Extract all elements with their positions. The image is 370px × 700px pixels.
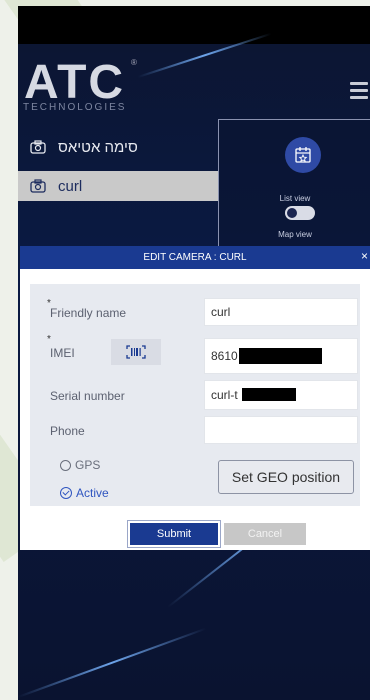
view-panel: List view Map view: [218, 119, 370, 260]
logo-text: ATC: [24, 56, 126, 109]
status-bar: [18, 6, 370, 44]
close-icon[interactable]: ×: [361, 249, 368, 263]
camera-list-item[interactable]: סימה אטיאס: [18, 132, 218, 162]
light-streak: [18, 627, 207, 698]
map-view-label: Map view: [278, 230, 312, 239]
calendar-star-icon: [295, 147, 311, 163]
list-view-label: List view: [279, 194, 311, 203]
imei-label: IMEI: [50, 346, 75, 360]
view-toggle[interactable]: [285, 206, 315, 220]
redaction-bar: [239, 348, 322, 364]
barcode-scan-button[interactable]: [111, 339, 161, 365]
camera-name: סימה אטיאס: [58, 138, 138, 156]
calendar-star-button[interactable]: [285, 137, 321, 173]
gps-label: GPS: [75, 458, 101, 472]
serial-number-label: Serial number: [50, 389, 125, 403]
friendly-name-label: Friendly name: [50, 306, 127, 320]
registered-mark: ®: [131, 58, 137, 67]
set-geo-position-button[interactable]: Set GEO position: [218, 460, 354, 494]
radio-circle-icon: [60, 459, 71, 471]
submit-button[interactable]: Submit: [128, 521, 220, 547]
redaction-bar: [242, 388, 296, 401]
cancel-button[interactable]: Cancel: [224, 523, 306, 545]
gps-radio[interactable]: GPS: [60, 458, 100, 472]
modal-title: EDIT CAMERA : CURL: [143, 252, 247, 263]
camera-name: curl: [58, 177, 83, 195]
phone-label: Phone: [50, 424, 85, 438]
required-marker: *: [47, 334, 51, 345]
camera-list-item-selected[interactable]: curl: [18, 171, 218, 201]
active-checkbox[interactable]: Active: [60, 486, 109, 500]
phone-input[interactable]: [204, 416, 358, 444]
edit-camera-modal: EDIT CAMERA : CURL × * Friendly name cur…: [20, 246, 370, 550]
serial-number-value: curl-t: [211, 388, 238, 402]
active-label: Active: [76, 486, 109, 500]
check-circle-icon: [60, 487, 72, 499]
logo-subtitle: TECHNOLOGIES: [23, 102, 127, 113]
barcode-icon: [126, 345, 146, 359]
camera-icon: [30, 179, 46, 193]
hamburger-menu-icon[interactable]: [350, 82, 368, 99]
modal-header: EDIT CAMERA : CURL ×: [20, 246, 370, 269]
imei-value: 8610: [211, 349, 238, 363]
camera-icon: [30, 140, 46, 154]
friendly-name-input[interactable]: curl: [204, 298, 358, 326]
